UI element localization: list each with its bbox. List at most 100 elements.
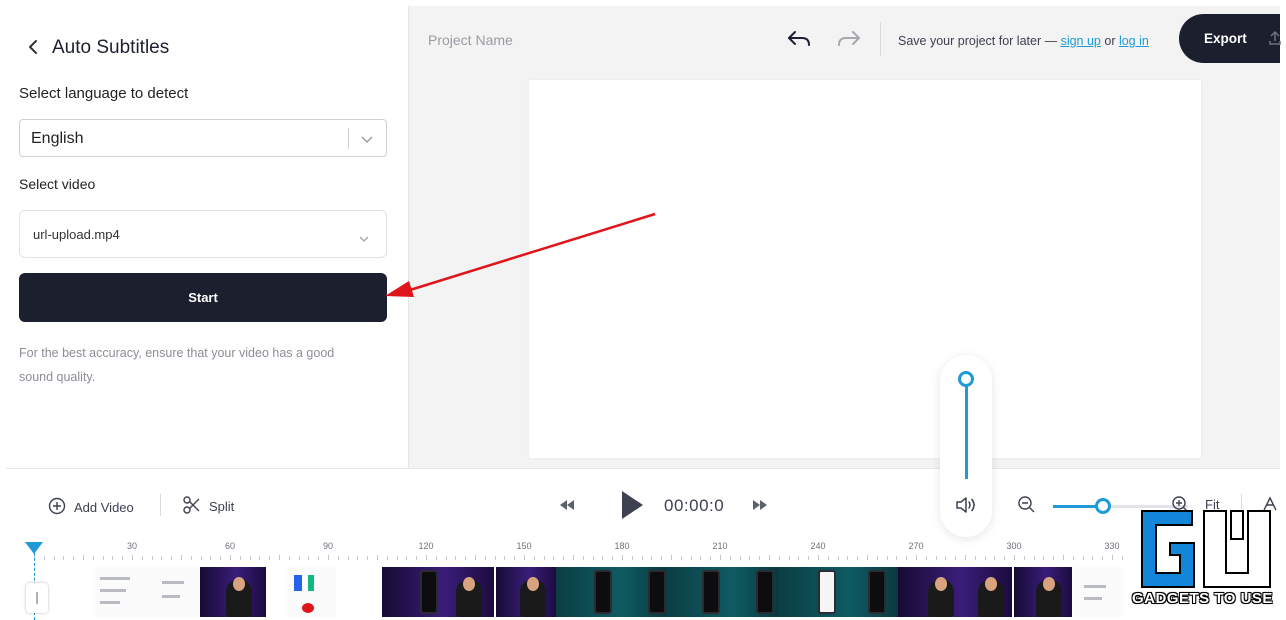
play-icon[interactable] xyxy=(620,490,644,525)
ruler-tick xyxy=(102,556,104,560)
ruler-tick xyxy=(945,556,947,560)
ruler-tick xyxy=(641,556,643,560)
ruler-tick xyxy=(151,556,153,560)
ruler-tick xyxy=(220,556,222,560)
ruler-tick xyxy=(739,556,741,560)
video-thumbnail xyxy=(666,567,778,617)
ruler-tick xyxy=(406,556,408,560)
video-select[interactable]: url-upload.mp4 xyxy=(19,210,387,258)
language-select[interactable]: English xyxy=(19,119,387,157)
export-button[interactable]: Export xyxy=(1179,14,1281,63)
ruler-tick xyxy=(357,556,359,560)
ruler-tick xyxy=(788,556,790,560)
ruler-label: 90 xyxy=(322,541,334,551)
add-video-button[interactable]: Add Video xyxy=(48,497,134,518)
ruler-label: 150 xyxy=(516,541,532,551)
ruler-tick xyxy=(465,556,467,560)
ruler-tick xyxy=(886,556,888,560)
video-thumbnail xyxy=(496,567,556,617)
ruler-tick xyxy=(328,555,329,560)
ruler-label: 120 xyxy=(418,541,434,551)
save-project-message: Save your project for later — sign up or… xyxy=(898,34,1149,48)
ruler-tick xyxy=(984,556,986,560)
timeline-ruler[interactable]: 30 60 90 120 150 180 210 240 270 300 330 xyxy=(6,534,1280,560)
ruler-tick xyxy=(1082,556,1084,560)
video-thumbnail xyxy=(1074,567,1124,617)
ruler-tick xyxy=(1033,556,1035,560)
topbar-divider xyxy=(880,22,881,56)
panel-title: Auto Subtitles xyxy=(52,37,170,58)
redo-icon[interactable] xyxy=(836,28,862,55)
ruler-tick xyxy=(308,556,310,560)
ruler-tick xyxy=(533,556,535,560)
undo-icon[interactable] xyxy=(786,28,812,55)
ruler-tick xyxy=(818,555,819,560)
ruler-tick xyxy=(210,556,212,560)
ruler-tick xyxy=(925,556,927,560)
chevron-down-icon xyxy=(358,230,370,248)
ruler-tick xyxy=(690,556,692,560)
video-label: Select video xyxy=(19,176,96,192)
ruler-tick xyxy=(230,555,231,560)
ruler-tick xyxy=(965,555,966,560)
ruler-tick xyxy=(132,555,133,560)
ruler-tick xyxy=(161,556,163,560)
zoom-out-icon[interactable] xyxy=(1017,495,1037,520)
ruler-tick xyxy=(43,556,45,560)
ruler-tick xyxy=(141,556,143,560)
ruler-tick xyxy=(827,556,829,560)
video-thumbnail xyxy=(898,567,1012,617)
video-track[interactable] xyxy=(24,567,1124,617)
video-thumbnail xyxy=(382,567,494,617)
project-name-input[interactable]: Project Name xyxy=(428,32,513,48)
ruler-tick xyxy=(671,555,672,560)
ruler-tick xyxy=(1014,555,1015,560)
scissors-icon xyxy=(183,495,201,518)
ruler-label: 210 xyxy=(712,541,728,551)
ruler-tick xyxy=(269,556,271,560)
ruler-tick xyxy=(298,556,300,560)
ruler-tick xyxy=(994,556,996,560)
ruler-tick xyxy=(279,555,280,560)
fast-forward-icon[interactable] xyxy=(752,498,768,516)
ruler-label: 30 xyxy=(126,541,138,551)
rewind-icon[interactable] xyxy=(559,498,575,516)
back-chevron-icon[interactable] xyxy=(26,36,46,58)
ruler-tick xyxy=(494,556,496,560)
video-canvas[interactable] xyxy=(529,80,1201,458)
ruler-tick xyxy=(455,556,457,560)
watermark-text: GADGETS TO USE xyxy=(1132,590,1273,607)
volume-slider-handle[interactable] xyxy=(958,371,974,387)
ruler-tick xyxy=(553,556,555,560)
ruler-label: 300 xyxy=(1006,541,1022,551)
playhead-marker[interactable] xyxy=(25,541,43,554)
ruler-label: 180 xyxy=(614,541,630,551)
sign-up-link[interactable]: sign up xyxy=(1061,34,1101,48)
trim-handle[interactable] xyxy=(26,583,48,613)
video-value: url-upload.mp4 xyxy=(33,227,120,242)
speaker-icon[interactable] xyxy=(954,494,978,521)
volume-slider-track[interactable] xyxy=(965,377,968,479)
start-button[interactable]: Start xyxy=(19,273,387,322)
ruler-tick xyxy=(239,556,241,560)
volume-popup[interactable] xyxy=(940,355,992,537)
ruler-tick xyxy=(435,556,437,560)
ruler-tick xyxy=(582,556,584,560)
ruler-tick xyxy=(514,556,516,560)
ruler-tick xyxy=(769,555,770,560)
ruler-tick xyxy=(710,556,712,560)
ruler-label: 240 xyxy=(810,541,826,551)
video-thumbnail xyxy=(150,567,200,617)
ruler-tick xyxy=(592,556,594,560)
ruler-tick xyxy=(798,556,800,560)
zoom-slider-handle[interactable] xyxy=(1094,498,1111,514)
ruler-tick xyxy=(847,556,849,560)
chevron-down-icon xyxy=(360,132,374,150)
ruler-tick xyxy=(288,556,290,560)
ruler-tick xyxy=(906,556,908,560)
ruler-tick xyxy=(122,556,124,560)
log-in-link[interactable]: log in xyxy=(1119,34,1149,48)
split-button[interactable]: Split xyxy=(183,495,234,518)
ruler-tick xyxy=(1092,556,1094,560)
save-or: or xyxy=(1100,34,1119,48)
